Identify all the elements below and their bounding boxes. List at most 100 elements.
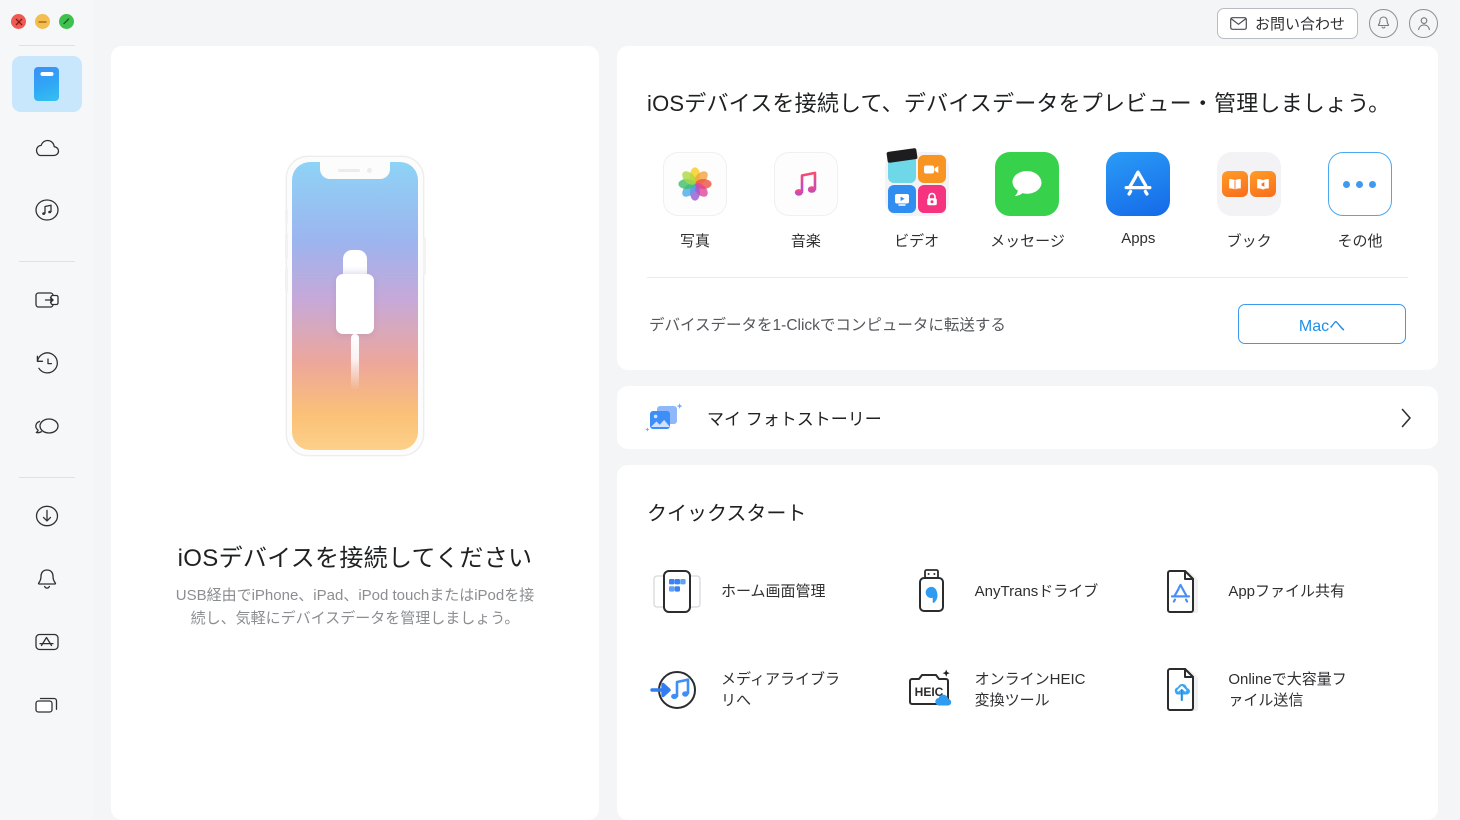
phone-button-power (422, 237, 426, 275)
sidebar-item-media[interactable] (12, 182, 82, 238)
media-library-icon (647, 662, 707, 718)
quick-start-title: クイックスタート (647, 503, 807, 525)
app-window: お問い合わせ iOSデバイスを接続してください USB経由でiPhone、iPa… (0, 0, 1460, 820)
video-icon (884, 147, 949, 216)
messages-icon (995, 152, 1060, 216)
category-label: 音楽 (790, 233, 821, 250)
books-icon (1217, 152, 1282, 216)
quick-start-large-file-transfer[interactable]: Onlineで大容量ファイル送信 (1154, 662, 1408, 718)
music-circle-icon (34, 199, 59, 221)
quick-start-anytrans-drive[interactable]: AnyTransドライブ (901, 564, 1155, 620)
contact-button[interactable]: お問い合わせ (1216, 7, 1358, 39)
home-screen-manager-icon (647, 564, 707, 620)
category-messages[interactable]: メッセージ (981, 152, 1073, 251)
category-other[interactable]: その他 (1314, 152, 1406, 251)
category-video[interactable]: ビデオ (871, 147, 963, 251)
usb-drive-icon (901, 564, 961, 620)
close-window-button[interactable] (11, 14, 26, 29)
category-label: ブック (1226, 233, 1272, 250)
chat-bubbles-icon (34, 418, 59, 434)
category-apps[interactable]: Apps (1092, 152, 1184, 251)
topbar: お問い合わせ (93, 0, 1460, 46)
category-books[interactable]: ブック (1203, 152, 1295, 251)
phone-screen (292, 162, 418, 450)
quick-start-home-screen-manager[interactable]: ホーム画面管理 (647, 564, 901, 620)
chevron-right-icon[interactable] (1399, 406, 1414, 430)
maximize-window-button[interactable] (59, 14, 74, 29)
category-label: メッセージ (990, 233, 1065, 250)
stacked-windows-icon (34, 697, 57, 713)
phone-button-volume-down (284, 267, 288, 293)
history-clock-icon (36, 352, 58, 374)
sidebar-item-transfer[interactable] (12, 272, 82, 328)
sidebar-item-messages[interactable] (12, 398, 82, 454)
transfer-to-mac-button[interactable]: Macへ (1238, 304, 1406, 344)
quick-start-heic-converter[interactable]: HEIC オンラインHEIC変換ツール (901, 662, 1155, 718)
photo-stack-sparkle-icon (645, 402, 683, 432)
phone-button-volume-up (284, 233, 288, 259)
user-icon (1417, 17, 1430, 31)
window-controls (0, 0, 93, 29)
sidebar (0, 0, 93, 820)
panel-title: iOSデバイスを接続して、デバイスデータをプレビュー・管理しましょう。 (647, 91, 1391, 116)
app-file-sharing-icon (1154, 564, 1214, 620)
phone-camera (367, 168, 372, 173)
device-categories-card: iOSデバイスを接続して、デバイスデータをプレビュー・管理しましょう。 写真 音… (617, 46, 1438, 370)
category-label: Apps (1121, 230, 1156, 247)
transfer-row: デバイスデータを1-Clickでコンピュータに転送する Macへ (647, 277, 1408, 370)
phone-button-mute (284, 209, 288, 224)
sidebar-item-app-manager[interactable] (12, 614, 82, 670)
category-photos[interactable]: 写真 (649, 152, 741, 251)
transfer-description: デバイスデータを1-Clickでコンピュータに転送する (649, 317, 1006, 334)
sidebar-divider-1 (18, 45, 75, 46)
sidebar-item-ringtone[interactable] (12, 551, 82, 607)
download-circle-icon (35, 505, 58, 527)
quick-start-label: ホーム画面管理 (721, 583, 826, 601)
quick-start-app-file-sharing[interactable]: Appファイル共有 (1154, 564, 1408, 620)
sidebar-item-device[interactable] (11, 56, 82, 112)
quick-start-label: メディアライブラリへ (721, 670, 840, 709)
appstore-icon (1106, 152, 1171, 216)
quick-start-label: オンラインHEIC変換ツール (974, 670, 1086, 709)
right-column: iOSデバイスを接続して、デバイスデータをプレビュー・管理しましょう。 写真 音… (617, 46, 1438, 820)
category-row: 写真 音楽 ビデオ メッセージ Apps ブック その他 (647, 147, 1408, 251)
sidebar-divider-2 (18, 261, 75, 262)
category-label: その他 (1337, 233, 1383, 250)
sidebar-item-downloader[interactable] (12, 488, 82, 544)
appstore-outline-icon (34, 633, 59, 651)
category-label: 写真 (679, 233, 710, 250)
audiobook-icon (1250, 171, 1277, 197)
phone-notch (320, 162, 390, 179)
bell-icon (37, 569, 56, 589)
envelope-icon (1230, 16, 1247, 30)
content-row: iOSデバイスを接続してください USB経由でiPhone、iPad、iPod … (93, 46, 1460, 820)
category-music[interactable]: 音楽 (760, 152, 852, 251)
photo-story-row[interactable]: マイ フォトストーリー (617, 386, 1438, 449)
quick-start-grid: ホーム画面管理 AnyTransドライブ Appファイル共有 メディアライブラリ… (647, 564, 1408, 718)
cloud-upload-file-icon (1154, 662, 1214, 718)
photo-story-label: マイ フォトストーリー (707, 410, 882, 429)
book-icon (1222, 171, 1249, 197)
quick-start-label: AnyTransドライブ (974, 583, 1099, 601)
main-area: お問い合わせ iOSデバイスを接続してください USB経由でiPhone、iPa… (93, 0, 1460, 820)
sidebar-item-backup-restore[interactable] (12, 335, 82, 391)
photos-icon (663, 152, 727, 216)
sidebar-item-windows[interactable] (12, 677, 82, 733)
phone-transfer-icon (34, 292, 59, 308)
connect-title: iOSデバイスを接続してください (177, 545, 533, 572)
cloud-icon (35, 139, 59, 157)
notifications-button[interactable] (1369, 8, 1398, 38)
music-icon (773, 152, 838, 216)
heic-converter-icon: HEIC (901, 662, 961, 718)
quick-start-media-library[interactable]: メディアライブラリへ (647, 662, 901, 718)
category-label: ビデオ (894, 233, 940, 250)
bell-icon (1377, 16, 1390, 29)
quick-start-label: Appファイル共有 (1228, 583, 1346, 601)
lightning-cable-icon (336, 250, 374, 390)
phone-speaker (338, 168, 360, 173)
more-dots-icon (1327, 152, 1392, 216)
account-button[interactable] (1409, 8, 1438, 38)
minimize-window-button[interactable] (35, 14, 50, 29)
quick-start-card: クイックスタート ホーム画面管理 AnyTransドライブ Appファイル共有 … (617, 465, 1438, 820)
sidebar-item-cloud[interactable] (12, 119, 82, 175)
